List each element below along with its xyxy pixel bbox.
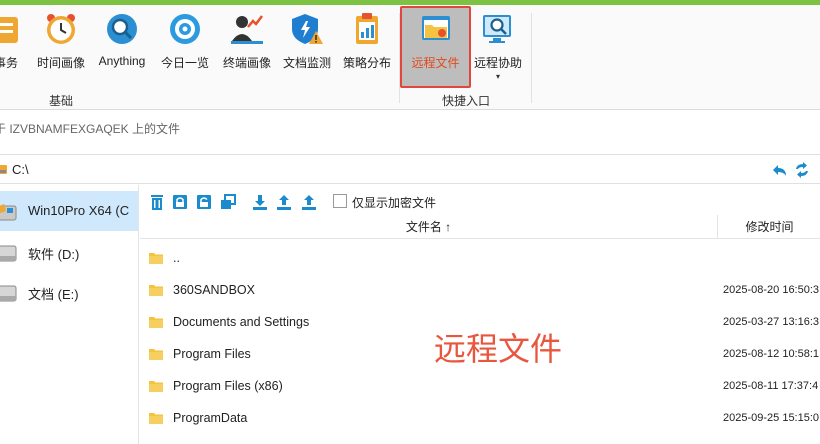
ribbon-button-label: 今日一览 [160, 56, 209, 70]
file-modified-time: 2025-08-20 16:50:3 [723, 284, 820, 296]
table-row[interactable]: 360SANDBOX 2025-08-20 16:50:3 [140, 274, 820, 306]
drive-icon [0, 165, 7, 174]
ribbon-button-remote-assist[interactable]: 远程协助 ▾ [472, 8, 524, 88]
file-modified-time: 2025-08-11 17:37:4 [723, 380, 819, 392]
ribbon-group-label-basic: 基础 [49, 94, 74, 108]
folder-icon [149, 285, 163, 296]
ribbon-button-terminal-profile[interactable]: 终端画像 [218, 8, 276, 88]
file-table-header: 文件名 ↑ 修改时间 [140, 215, 820, 239]
ribbon-button-policy-distribution[interactable]: 策略分布 [339, 8, 395, 88]
system-drive-icon [0, 204, 17, 221]
ribbon-group-label-shortcuts: 快捷入口 [442, 94, 491, 108]
hard-drive-icon [0, 285, 17, 302]
delete-icon[interactable] [148, 193, 166, 211]
folder-icon [149, 349, 163, 360]
drive-item-e[interactable]: 文档 (E:) [0, 272, 138, 312]
column-header-modified[interactable]: 修改时间 [719, 215, 820, 239]
ribbon-button-anything[interactable]: Anything [94, 8, 150, 88]
upload-folder-icon[interactable] [300, 193, 318, 211]
path-bar [0, 154, 820, 184]
upload-icon[interactable] [275, 193, 293, 211]
drive-label: 软件 (D:) [28, 247, 80, 262]
file-name: Program Files (x86) [173, 379, 283, 393]
encrypted-only-checkbox[interactable] [333, 194, 347, 208]
drive-label: Win10Pro X64 (C [28, 203, 130, 218]
clock-icon [47, 14, 75, 44]
task-icon [0, 17, 18, 43]
download-icon[interactable] [251, 193, 269, 211]
column-header-name[interactable]: 文件名 ↑ [140, 215, 718, 239]
file-name: Program Files [173, 347, 251, 361]
file-name: .. [173, 251, 180, 265]
back-arrow-icon[interactable] [772, 162, 788, 178]
path-input[interactable] [12, 158, 752, 180]
ribbon-button-label: 时间画像 [36, 56, 85, 70]
file-name: 360SANDBOX [173, 283, 255, 297]
folder-icon [149, 413, 163, 424]
chevron-down-icon[interactable]: ▾ [472, 72, 524, 81]
file-toolbar: 仅显示加密文件 [140, 190, 820, 214]
ribbon-button-task[interactable]: 事务 [0, 8, 26, 88]
encrypted-only-label: 仅显示加密文件 [352, 196, 437, 210]
file-name: Documents and Settings [173, 315, 310, 329]
ribbon-button-label: 事务 [0, 56, 18, 70]
ribbon-button-label: 终端画像 [222, 56, 271, 70]
drive-item-c[interactable]: Win10Pro X64 (C [0, 191, 138, 231]
table-row[interactable]: .. [140, 242, 820, 274]
ribbon-button-label: 远程协助 [473, 56, 522, 70]
user-chart-icon [231, 15, 263, 44]
search-globe-icon [107, 14, 137, 44]
ribbon-toolbar: 事务 时间画像 Anything 今日一览 [0, 5, 820, 110]
file-modified-time: 2025-09-25 15:15:0 [723, 412, 820, 424]
copy-icon[interactable] [219, 193, 237, 211]
monitor-search-icon [483, 15, 511, 43]
shield-warning-icon [292, 14, 323, 44]
lock-icon[interactable] [171, 193, 189, 211]
ribbon-button-remote-files[interactable]: 远程文件 [400, 6, 471, 88]
hard-drive-icon [0, 245, 17, 262]
ribbon-button-label: 文档监测 [282, 56, 331, 70]
unlock-icon[interactable] [195, 193, 213, 211]
remote-folder-icon [421, 16, 450, 40]
file-name: ProgramData [173, 411, 248, 425]
folder-icon [149, 317, 163, 328]
drive-label: 文档 (E:) [28, 287, 79, 302]
clipboard-chart-icon [356, 13, 378, 44]
table-row[interactable]: ProgramData 2025-09-25 15:15:0 [140, 402, 820, 434]
ribbon-button-today-overview[interactable]: 今日一览 [156, 8, 214, 88]
ribbon-group-separator [399, 13, 400, 103]
refresh-icon[interactable] [794, 162, 810, 178]
ribbon-button-time-profile[interactable]: 时间画像 [32, 8, 90, 88]
drive-list: Win10Pro X64 (C 软件 (D:) 文档 (E:) [0, 185, 139, 444]
ribbon-button-label: 远程文件 [411, 56, 460, 70]
ribbon-button-label: 策略分布 [342, 56, 391, 70]
ribbon-button-doc-monitor[interactable]: 文档监测 [279, 8, 335, 88]
drive-item-d[interactable]: 软件 (D:) [0, 232, 138, 272]
file-modified-time: 2025-08-12 10:58:1 [723, 348, 820, 360]
file-modified-time: 2025-03-27 13:16:3 [723, 316, 820, 328]
ribbon-group-separator [531, 13, 532, 103]
table-row[interactable]: Program Files (x86) 2025-08-11 17:37:4 [140, 370, 820, 402]
ribbon-button-label: Anything [98, 54, 146, 68]
annotation-remote-files: 远程文件 [434, 331, 563, 367]
folder-icon [149, 253, 163, 264]
eye-target-icon [170, 14, 200, 44]
folder-icon [149, 381, 163, 392]
window-title: 于 IZVBNAMFEXGAQEK 上的文件 [0, 122, 181, 136]
